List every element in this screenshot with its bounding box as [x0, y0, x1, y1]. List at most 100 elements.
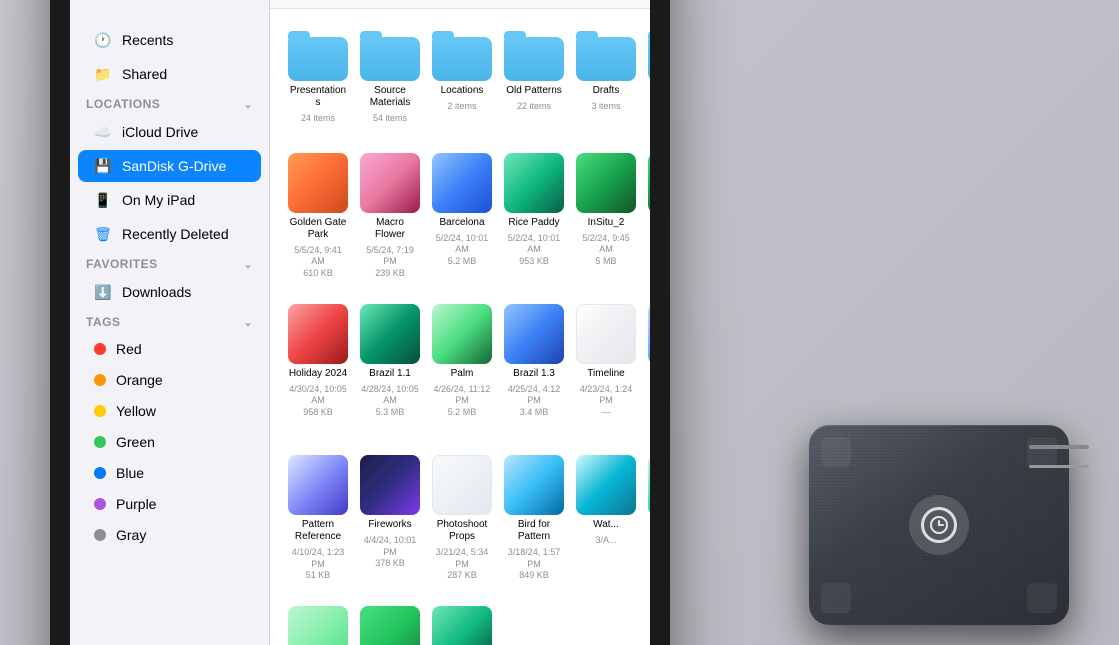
- folder-item[interactable]: Locations 2 items: [430, 25, 494, 131]
- file-grid: Presentations 24 items Source Materials …: [286, 25, 634, 131]
- file-thumbnail: [432, 304, 492, 364]
- folder-item[interactable]: Old Patterns 22 items: [502, 25, 566, 131]
- file-name: InSitu_2: [588, 217, 625, 229]
- folder-name: Source Materials: [360, 85, 420, 109]
- toolbar: ‹ › SanDisk G-Drive ☁ ⊞: [270, 0, 650, 9]
- file-name: Rice Paddy: [508, 217, 559, 229]
- tags-collapse[interactable]: ⌄: [243, 315, 253, 329]
- drive-corner-bl: [821, 583, 851, 613]
- folder-body: [432, 37, 492, 81]
- folder-name: Presentations: [288, 85, 348, 109]
- file-item[interactable]: Fern 22 —: [358, 600, 422, 645]
- file-meta: 4/23/24, 1:24 PM—: [576, 384, 636, 419]
- folder-body: [288, 37, 348, 81]
- favorites-collapse[interactable]: ⌄: [243, 257, 253, 271]
- sidebar-item-tag-blue[interactable]: Blue: [78, 458, 261, 488]
- downloads-icon: ⬇️: [94, 283, 112, 301]
- file-item[interactable]: Tha... —: [430, 600, 494, 645]
- app-container: Files ⊕ 🕐 Recents 📁 Shared: [70, 0, 650, 645]
- file-thumbnail: [648, 455, 650, 515]
- file-item[interactable]: Barcelona 5/2/24, 10:01 AM5.2 MB: [430, 147, 494, 286]
- tag-dot: [94, 374, 106, 386]
- file-thumbnail: [504, 304, 564, 364]
- main-content: ‹ › SanDisk G-Drive ☁ ⊞: [270, 0, 650, 645]
- file-item[interactable]: Brazil 1.1 4/28/24, 10:05 AM5.3 MB: [358, 298, 422, 437]
- file-name: Palm: [451, 368, 474, 380]
- sidebar-item-tag-purple[interactable]: Purple: [78, 489, 261, 519]
- file-name: Brazil 1.3: [513, 368, 555, 380]
- sidebar-item-tag-red[interactable]: Red: [78, 334, 261, 364]
- folder-icon: [288, 31, 348, 81]
- ipad-device: 9:41 AM Tue May 7 📶 100% 🔋 Files ⊕: [50, 0, 670, 645]
- file-meta: 4/10/24, 1:23 PM51 KB: [288, 547, 348, 582]
- sidebar-item-icloud[interactable]: ☁️ iCloud Drive: [78, 116, 261, 148]
- sidebar-item-downloads[interactable]: ⬇️ Downloads: [78, 276, 261, 308]
- tag-dot: [94, 343, 106, 355]
- file-thumbnail: [432, 153, 492, 213]
- file-thumbnail: [576, 304, 636, 364]
- file-thumbnail: [432, 606, 492, 645]
- app-title: Files: [82, 0, 173, 15]
- file-item[interactable]: Rice Paddy 5/2/24, 10:01 AM953 KB: [502, 147, 566, 286]
- locations-section: Locations ⌄: [70, 91, 269, 115]
- file-item[interactable]: Brazil 1.3 4/25/24, 4:12 PM3.4 MB: [502, 298, 566, 437]
- file-item[interactable]: Macro Flower 5/5/24, 7:19 PM239 KB: [358, 147, 422, 286]
- sidebar-item-sandisk[interactable]: 💾 SanDisk G-Drive: [78, 150, 261, 182]
- file-item[interactable]: Palm 4/26/24, 11:12 PM5.2 MB: [430, 298, 494, 437]
- file-thumbnail: [288, 304, 348, 364]
- sidebar-item-tag-yellow[interactable]: Yellow: [78, 396, 261, 426]
- folder-body: [504, 37, 564, 81]
- file-item[interactable]: InSitu_3 5/2/24, 9:42 AM5 MB: [646, 147, 650, 286]
- sidebar-item-deleted[interactable]: 🗑 Recently Deleted: [78, 218, 261, 250]
- sidebar-item-tag-orange[interactable]: Orange: [78, 365, 261, 395]
- sidebar-item-tag-green[interactable]: Green: [78, 427, 261, 457]
- tag-dot: [94, 467, 106, 479]
- sidebar-item-recents[interactable]: 🕐 Recents: [78, 24, 261, 56]
- file-item[interactable]: Photoshoot Props 3/21/24, 5:34 PM287 KB: [430, 449, 494, 588]
- file-item[interactable]: Brazil 1.2 —: [646, 449, 650, 588]
- folder-count: 22 items: [517, 101, 551, 113]
- tag-label: Orange: [116, 372, 163, 388]
- file-name: Timeline: [587, 368, 624, 380]
- file-meta: 5/5/24, 7:19 PM239 KB: [360, 245, 420, 280]
- file-name: Wat...: [593, 519, 619, 531]
- file-thumbnail: [648, 304, 650, 364]
- folder-item[interactable]: Presentations 24 items: [286, 25, 350, 131]
- file-meta: 5/2/24, 9:42 AM5 MB: [648, 233, 650, 268]
- file-item[interactable]: InSitu_2 5/2/24, 9:45 AM5 MB: [574, 147, 638, 286]
- file-item[interactable]: Timeline 4/23/24, 1:24 PM—: [574, 298, 638, 437]
- file-item[interactable]: Holiday 2024 4/30/24, 10:05 AM958 KB: [286, 298, 350, 437]
- sidebar-item-onipad[interactable]: 📱 On My iPad: [78, 184, 261, 216]
- favorites-section: Favorites ⌄: [70, 251, 269, 275]
- locations-collapse[interactable]: ⌄: [243, 97, 253, 111]
- file-item[interactable]: Fireworks 4/4/24, 10:01 PM378 KB: [358, 449, 422, 588]
- folder-item[interactable]: Drafts 3 items: [574, 25, 638, 131]
- file-item[interactable]: Mexico 4/22/24, 8:52 PM—: [646, 298, 650, 437]
- file-name: Brazil 1.1: [369, 368, 411, 380]
- folder-count: 24 items: [301, 113, 335, 125]
- folder-icon: [504, 31, 564, 81]
- file-name: Photoshoot Props: [432, 519, 492, 543]
- file-name: Bird for Pattern: [504, 519, 564, 543]
- sandisk-icon: 💾: [94, 157, 112, 175]
- file-thumbnail: [576, 153, 636, 213]
- file-item[interactable]: Wat... 3/A...: [574, 449, 638, 588]
- more-button[interactable]: ⊕: [240, 0, 257, 4]
- folder-item[interactable]: Research 55 items: [646, 25, 650, 131]
- file-item[interactable]: Bird for Pattern 3/18/24, 1:57 PM849 KB: [502, 449, 566, 588]
- shared-icon: 📁: [94, 65, 112, 83]
- file-name: Fireworks: [368, 519, 411, 531]
- drive-corner-tl: [821, 437, 851, 467]
- folder-name: Old Patterns: [506, 85, 562, 97]
- file-item[interactable]: Golden Gate Park 5/5/24, 9:41 AM610 KB: [286, 147, 350, 286]
- tag-label: Purple: [116, 496, 156, 512]
- sidebar-item-tag-gray[interactable]: Gray: [78, 520, 261, 550]
- sidebar-item-shared[interactable]: 📁 Shared: [78, 58, 261, 90]
- tag-label: Yellow: [116, 403, 156, 419]
- cable-2: [1029, 465, 1089, 468]
- file-name: Macro Flower: [360, 217, 420, 241]
- file-item[interactable]: Argentina —: [286, 600, 350, 645]
- tag-dot: [94, 436, 106, 448]
- file-item[interactable]: Pattern Reference 4/10/24, 1:23 PM51 KB: [286, 449, 350, 588]
- folder-item[interactable]: Source Materials 54 items: [358, 25, 422, 131]
